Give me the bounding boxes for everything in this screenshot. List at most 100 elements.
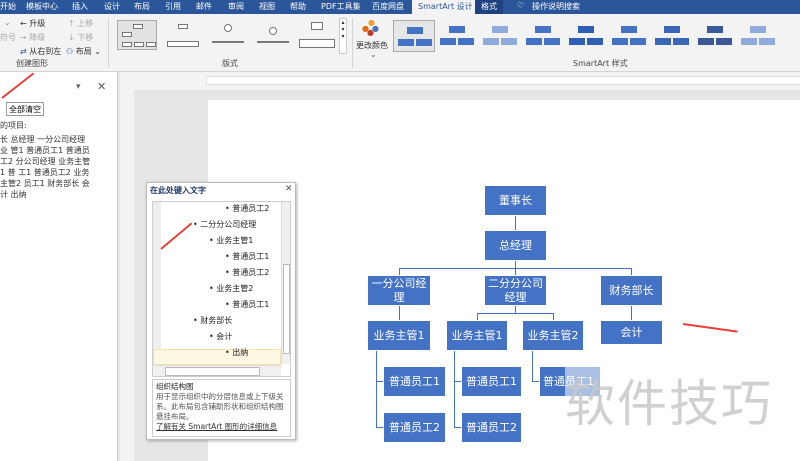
tab-help[interactable]: 帮助: [290, 1, 306, 12]
tab-pdf[interactable]: PDF工具集: [321, 1, 361, 12]
menu-bar: 开始 模板中心 插入 设计 布局 引用 邮件 审阅 视图 帮助 PDF工具集 百…: [0, 0, 800, 14]
layout-shape: [167, 41, 199, 47]
layout-gallery-scroll[interactable]: ▴ ▾ ▾: [339, 18, 347, 54]
layout-shape: [212, 41, 244, 43]
org-box-supervisor[interactable]: 业务主管1: [446, 320, 508, 351]
connector: [631, 268, 632, 275]
layout-table-hierarchy[interactable]: [296, 20, 336, 50]
tab-insert[interactable]: 插入: [72, 1, 88, 12]
layout-name-title-org[interactable]: [162, 20, 202, 50]
org-box-branch2-manager[interactable]: 二分分公司经理: [484, 275, 547, 306]
tab-view[interactable]: 视图: [259, 1, 275, 12]
tab-smartart-design[interactable]: SmartArt 设计: [412, 0, 479, 14]
close-icon[interactable]: ✕: [285, 184, 293, 194]
tab-format[interactable]: 格式: [475, 0, 503, 14]
close-icon[interactable]: ✕: [97, 80, 106, 93]
tell-me-search[interactable]: 操作说明搜索: [532, 1, 580, 12]
description-text: 用于显示组织中的分层信息或上下级关系。此布局包含辅助形状和组织结构图悬挂布局。: [156, 392, 284, 421]
rtl-button[interactable]: ⇄ 从右到左: [20, 46, 61, 57]
text-pane-item[interactable]: • 业务主管2: [209, 283, 253, 294]
watermark: 软件技巧: [565, 364, 773, 436]
color-palette-icon: ● ● ● ●: [362, 18, 379, 37]
text-pane-item-label: 业务主管1: [216, 236, 254, 245]
dropdown-icon[interactable]: ⌄: [4, 18, 11, 27]
move-up-button[interactable]: ↑ 上移: [68, 18, 93, 29]
selection-pane: ▾ ✕ 全部清空 的项目: 长 总经理 一分公司经理 业 管1 普通员工1 普通…: [0, 72, 118, 461]
divider: [352, 18, 353, 68]
text-pane-item-label: 普通员工1: [232, 300, 270, 309]
text-pane-item[interactable]: • 普通员工1: [225, 251, 269, 262]
org-box-employee[interactable]: 普通员工1: [461, 366, 522, 397]
connector: [376, 350, 377, 427]
tab-references[interactable]: 引用: [165, 1, 181, 12]
org-box-accountant[interactable]: 会计: [600, 320, 663, 345]
layout-labeled-hierarchy[interactable]: [252, 20, 292, 50]
tab-mailings[interactable]: 邮件: [196, 1, 212, 12]
move-down-button[interactable]: ↓ 下移: [68, 32, 93, 43]
smartart-style-option[interactable]: [608, 20, 650, 52]
demote-button[interactable]: → 降级: [20, 32, 45, 43]
layout-shape: [269, 27, 277, 35]
text-pane-item[interactable]: • 普通员工2: [225, 267, 269, 278]
smartart-style-option[interactable]: [694, 20, 736, 52]
horizontal-scrollbar[interactable]: [153, 365, 281, 376]
org-box-supervisor[interactable]: 业务主管2: [522, 320, 584, 351]
smartart-styles-group-label: SmartArt 样式: [573, 59, 628, 68]
connector: [454, 350, 455, 427]
text-pane: 在此处键入文字 ✕ • 普通员工2 • 二分分公司经理 • 业务主管1 • 普通员工1…: [146, 182, 296, 440]
items-list: 长 总经理 一分公司经理 业 管1 普通员工1 普通员工2 分公司经理 业务主管…: [0, 135, 91, 199]
description-title: 组织结构图: [156, 382, 194, 391]
vertical-scrollbar[interactable]: [281, 202, 290, 364]
create-graphic-group-label: 创建图形: [16, 59, 48, 68]
org-box-chairman[interactable]: 董事长: [484, 185, 547, 216]
text-pane-item[interactable]: • 普通员工2: [225, 203, 269, 214]
smartart-style-option[interactable]: [479, 20, 521, 52]
tab-layout[interactable]: 布局: [134, 1, 150, 12]
promote-button[interactable]: ← 升级: [20, 18, 45, 29]
clear-all-button[interactable]: 全部清空: [6, 102, 44, 116]
org-box-employee[interactable]: 普通员工2: [461, 412, 522, 443]
layout-shape: [146, 42, 156, 47]
layout-shape: [257, 41, 289, 43]
org-box-employee[interactable]: 普通员工1: [383, 366, 446, 397]
bullet-button[interactable]: 符号: [0, 32, 16, 43]
org-box-finance-head[interactable]: 财务部长: [600, 275, 663, 306]
tab-templates[interactable]: 模板中心: [26, 1, 58, 12]
text-pane-item[interactable]: • 二分分公司经理: [193, 219, 256, 230]
connector: [515, 260, 516, 268]
pane-dropdown-icon[interactable]: ▾: [76, 82, 81, 92]
text-pane-item[interactable]: • 出纳: [225, 347, 248, 358]
layout-org-chart[interactable]: [117, 20, 157, 50]
layout-shape: [122, 32, 132, 37]
org-box-gm[interactable]: 总经理: [484, 230, 547, 261]
layout-circle-hierarchy[interactable]: [207, 20, 247, 50]
org-box-employee[interactable]: 普通员工2: [383, 412, 446, 443]
smartart-style-option[interactable]: [651, 20, 693, 52]
layout-button[interactable]: ⚇ 布局 ⌄: [66, 46, 101, 57]
layouts-group-label: 版式: [222, 59, 238, 68]
connector: [477, 313, 553, 314]
smartart-style-option[interactable]: [393, 20, 435, 52]
text-pane-editor[interactable]: • 普通员工2 • 二分分公司经理 • 业务主管1 • 普通员工1 • 普通员工2 • 业…: [152, 201, 291, 377]
smartart-style-option[interactable]: [737, 20, 779, 52]
text-pane-item[interactable]: • 会计: [209, 331, 232, 342]
tab-review[interactable]: 审阅: [228, 1, 244, 12]
org-box-branch1-manager[interactable]: 一分公司经理: [367, 275, 431, 306]
ribbon: ⌄ ← 升级 符号 → 降级 ⇄ 从右到左 ↑ 上移 ↓ 下移 ⚇ 布局 ⌄ 创…: [0, 14, 800, 72]
chevron-down-icon[interactable]: ⌄: [370, 50, 377, 59]
tab-home[interactable]: 开始: [0, 1, 16, 12]
tab-design[interactable]: 设计: [104, 1, 120, 12]
smartart-style-option[interactable]: [565, 20, 607, 52]
org-box-supervisor[interactable]: 业务主管1: [367, 320, 431, 351]
text-pane-item-label: 业务主管2: [216, 284, 254, 293]
tab-baidu[interactable]: 百度网盘: [372, 1, 404, 12]
text-pane-item[interactable]: • 财务部长: [193, 315, 232, 326]
smartart-style-option[interactable]: [436, 20, 478, 52]
red-arrow-annotation: [1, 72, 35, 99]
promote-label: 升级: [29, 19, 46, 28]
learn-more-link[interactable]: 了解有关 SmartArt 图形的详细信息: [156, 422, 287, 432]
smartart-style-option[interactable]: [522, 20, 564, 52]
connector: [399, 268, 400, 275]
text-pane-item[interactable]: • 业务主管1: [209, 235, 253, 246]
text-pane-item[interactable]: • 普通员工1: [225, 299, 269, 310]
